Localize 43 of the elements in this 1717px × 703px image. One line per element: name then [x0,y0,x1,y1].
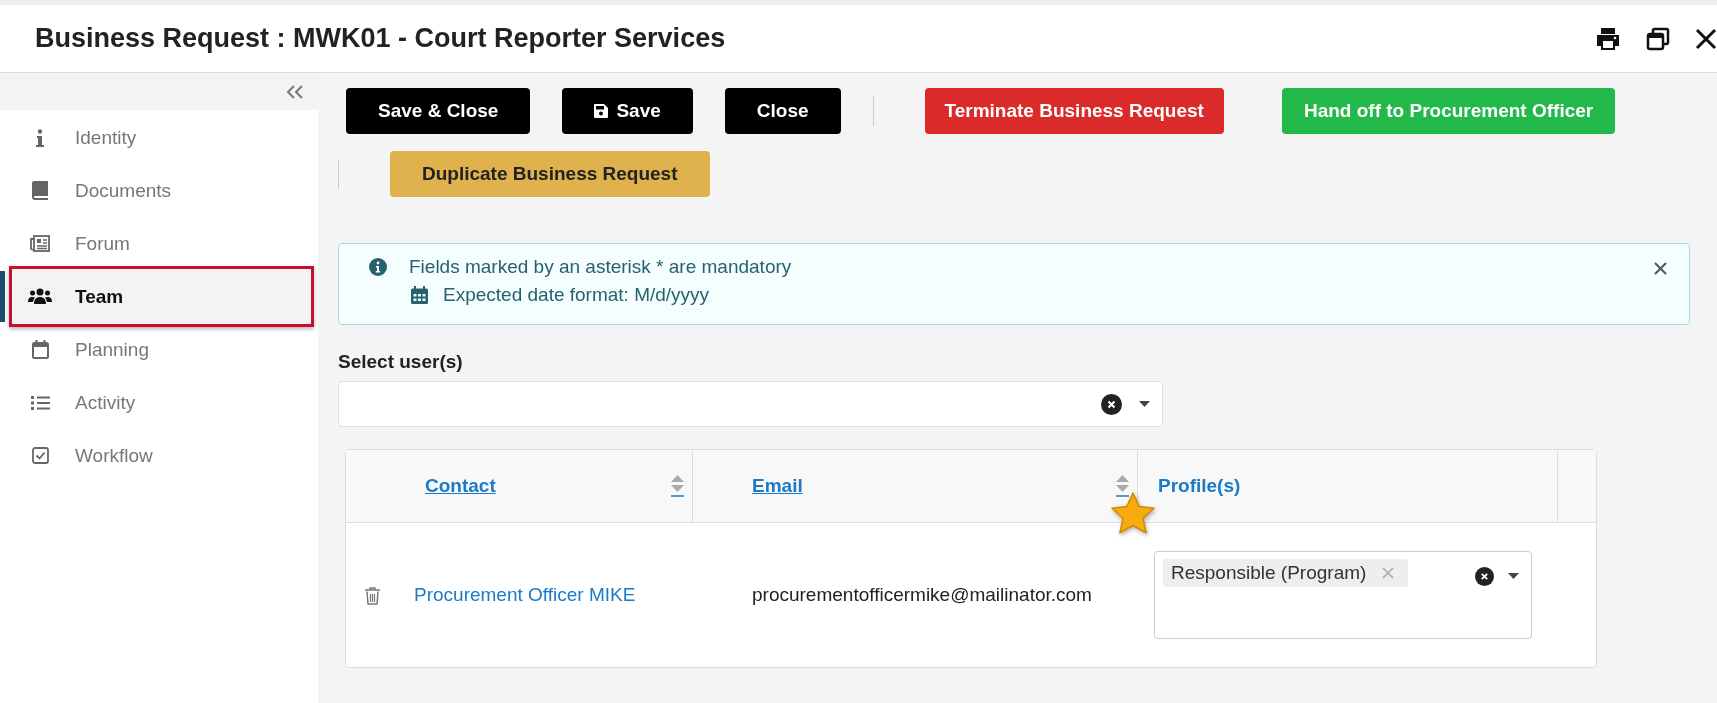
clear-icon[interactable] [1101,393,1122,415]
action-button[interactable]: Save & Close [346,88,531,134]
users-icon [28,288,52,305]
column-header-link[interactable]: Email [752,475,803,497]
window-title: Business Request : MWK01 - Court Reporter Services [35,23,726,54]
user-select-field[interactable] [338,381,1163,427]
person-name-link[interactable]: Procurement Officer MIKE [414,584,636,606]
close-icon[interactable] [1695,27,1717,50]
checkbox-icon [31,447,49,464]
info-icon [369,258,387,276]
clear-icon[interactable] [1475,567,1494,586]
notice-text: Expected date format: M/d/yyyy [443,284,710,306]
caret-icon[interactable] [1139,401,1150,407]
email-text: procurementofficermike@mailinator.com [752,584,1092,606]
sidebar-item[interactable]: Workflow [9,429,314,482]
save-button[interactable]: Save [562,88,693,134]
calendar-icon [411,286,428,304]
calendar-icon [31,340,49,359]
restore-window-icon[interactable] [1646,26,1670,51]
action-button[interactable]: Close [724,88,841,134]
list-icon [30,394,50,411]
sidebar-item[interactable]: Activity [9,376,314,429]
trash-icon[interactable] [365,587,380,605]
sort-icon[interactable] [671,475,684,497]
caret-icon[interactable] [1508,573,1519,579]
sidebar-item[interactable]: Documents [9,164,314,217]
notice-text: Fields marked by an asterisk * are mandatory [409,256,792,278]
collapse-icon[interactable] [286,83,304,100]
field-label: Select user(s) [338,351,464,373]
close-icon[interactable] [1654,262,1667,275]
column-header-link[interactable]: Profile(s) [1158,475,1241,497]
column-header-link[interactable]: Contact [425,475,496,497]
sidebar-item[interactable]: Identity [9,111,314,164]
book-icon [32,181,48,200]
sort-icon[interactable] [1116,475,1129,497]
print-icon[interactable] [1595,26,1621,51]
action-button[interactable]: Hand off to Procurement Officer [1281,88,1616,134]
profile-select-field[interactable]: Responsible (Program) [1154,551,1532,639]
tag-label: Responsible (Program) [1171,562,1367,584]
info-icon [36,128,44,147]
action-button[interactable]: Terminate Business Request [924,88,1224,134]
newspaper-icon [30,235,50,252]
action-button[interactable]: Duplicate Business Request [390,151,710,197]
